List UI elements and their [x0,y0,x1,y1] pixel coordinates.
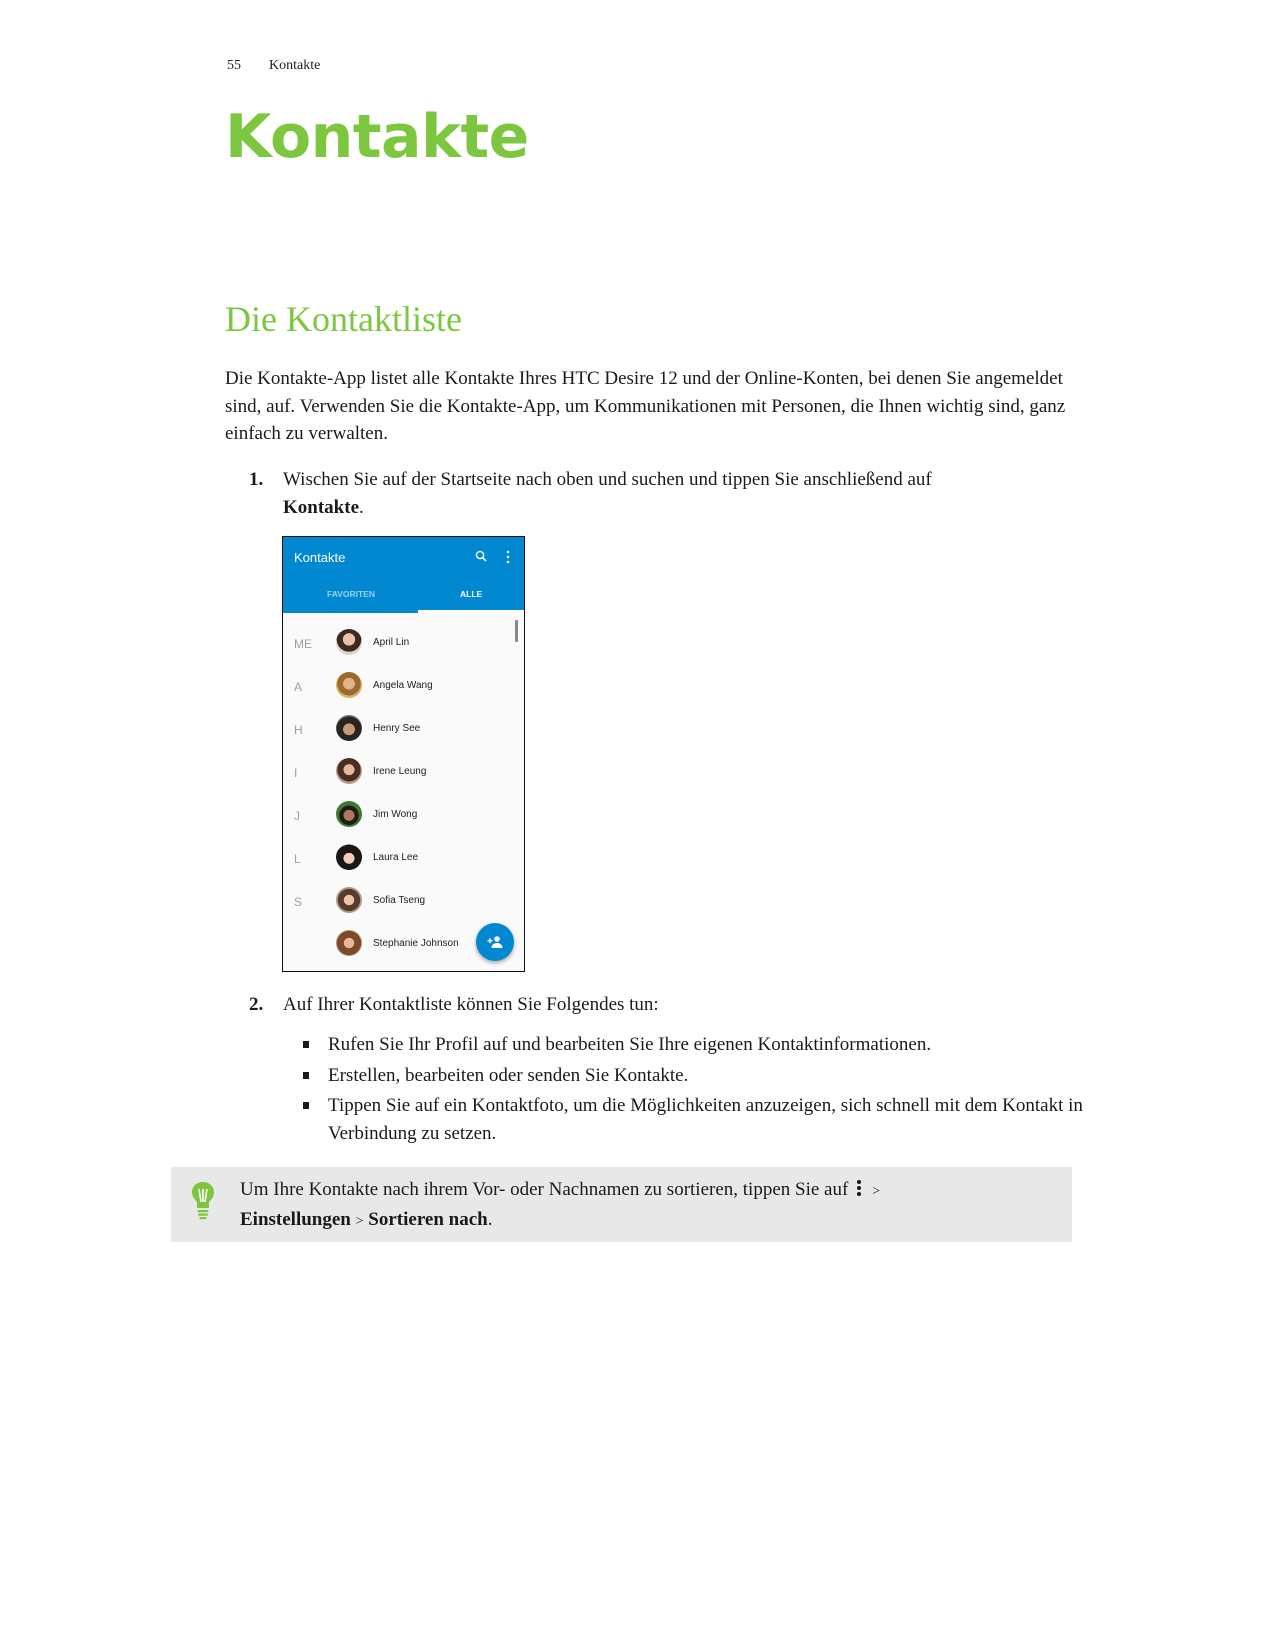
tip-text: Um Ihre Kontakte nach ihrem Vor- oder Na… [240,1179,881,1230]
index-letter: A [294,680,303,694]
avatar[interactable] [336,844,362,870]
chapter-title: Kontakte [225,102,529,172]
app-bar: Kontakte FAVORITEN ALLE [283,537,524,613]
contact-name: Angela Wang [373,680,433,691]
contact-row[interactable]: S Sofia Tseng [283,882,524,925]
index-letter: S [294,895,303,909]
contact-name: April Lin [373,637,410,648]
avatar[interactable] [336,672,362,698]
contact-row[interactable]: I Irene Leung [283,753,524,796]
avatar[interactable] [336,758,362,784]
bullet-item: Erstellen, bearbeiten oder senden Sie Ko… [300,1062,1090,1090]
bullet-item: Tippen Sie auf ein Kontaktfoto, um die M… [300,1092,1090,1147]
index-letter: I [294,766,298,780]
intro-paragraph: Die Kontakte-App listet alle Kontakte Ih… [225,368,1066,444]
app-title: Kontakte [294,550,346,565]
index-letter: J [294,809,300,823]
running-head: 55 Kontakte [227,58,320,74]
contact-name: Jim Wong [373,809,418,820]
more-vert-icon [857,1180,862,1196]
tip-bold-settings: Einstellungen [240,1208,351,1230]
step-number: 1. [249,469,264,490]
running-head-chapter: Kontakte [269,58,321,73]
contact-row[interactable]: H Henry See [283,710,524,753]
step-text: Wischen Sie auf der Startseite nach oben… [283,469,932,518]
avatar[interactable] [336,715,362,741]
contact-row[interactable]: A Angela Wang [283,667,524,710]
lightbulb-icon [192,1182,214,1220]
page-number: 55 [227,58,241,73]
contact-row[interactable]: ME April Lin [283,624,524,667]
tip-bold-sort: Sortieren nach [368,1208,488,1230]
tip-box: Um Ihre Kontakte nach ihrem Vor- oder Na… [171,1167,1072,1242]
step-bold: Kontakte [283,496,359,518]
contact-name: Sofia Tseng [373,895,426,906]
section-title: Die Kontaktliste [225,299,462,339]
bullet-item: Rufen Sie Ihr Profil auf und bearbeiten … [300,1031,1090,1059]
step-number: 2. [249,994,264,1015]
tab-favoriten[interactable]: FAVORITEN [327,589,375,599]
tab-alle[interactable]: ALLE [460,589,482,599]
more-vert-icon[interactable] [505,550,511,564]
step-1: 1. Wischen Sie auf der Startseite nach o… [249,466,1079,526]
contact-row[interactable]: J Jim Wong [283,796,524,839]
index-letter: L [294,852,301,866]
contact-name: Stephanie Johnson [373,938,459,949]
add-contact-icon [487,936,503,948]
avatar[interactable] [336,930,362,956]
avatar[interactable] [336,629,362,655]
index-letter: ME [294,637,312,651]
search-icon[interactable] [475,550,487,562]
step-text: Auf Ihrer Kontaktliste können Sie Folgen… [283,994,659,1015]
contact-row[interactable]: L Laura Lee [283,839,524,882]
contact-name: Henry See [373,723,421,734]
add-contact-button[interactable] [476,923,514,961]
contact-name: Laura Lee [373,852,419,863]
index-letter: H [294,723,303,737]
step-2: 2. Auf Ihrer Kontaktliste können Sie Fol… [249,991,1079,1021]
avatar[interactable] [336,801,362,827]
contact-name: Irene Leung [373,766,427,777]
contacts-screenshot: Kontakte FAVORITEN ALLE ME April Lin A A… [282,536,525,972]
tab-indicator [418,610,524,613]
avatar[interactable] [336,887,362,913]
bullet-list: Rufen Sie Ihr Profil auf und bearbeiten … [300,1031,1090,1150]
